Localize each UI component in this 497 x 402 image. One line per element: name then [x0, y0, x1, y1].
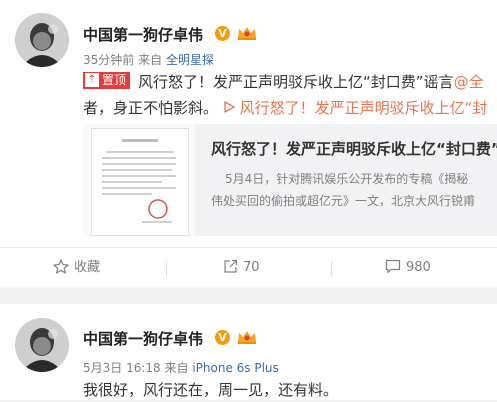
vip-crown-icon[interactable] [236, 329, 258, 345]
avatar-photo-icon [15, 318, 69, 372]
source-app[interactable]: 全明星探 [166, 53, 214, 67]
pin-icon: ⇡ [85, 72, 99, 87]
post-text-line-2: 者，身正不怕影斜。 风行怒了！发严正声明驳斥收上亿“封 [83, 96, 487, 120]
repost-icon [224, 259, 238, 273]
source-app[interactable]: iPhone 6s Plus [192, 361, 278, 375]
comment-count: 980 [406, 260, 431, 275]
article-summary: 5月4日，针对腾讯娱乐公开发布的专稿《揭秘 伟处买回的偷拍或超亿元》一文，北京大… [211, 168, 475, 212]
favorite-button[interactable]: 收藏 [53, 248, 100, 288]
favorite-label: 收藏 [74, 260, 101, 275]
post-text-line-1: ⇡ 置顶 风行怒了！发严正声明驳斥收上亿“封口费”谣言@全 [83, 70, 484, 94]
post-body-continued: 者，身正不怕影斜。 [83, 99, 219, 117]
star-icon [53, 259, 69, 274]
article-link[interactable]: 风行怒了！发严正声明驳斥收上亿“封 [223, 99, 488, 117]
avatar[interactable] [15, 318, 69, 372]
avatar-photo-icon [15, 13, 69, 67]
post-time[interactable]: 35分钟前 [83, 53, 134, 67]
post-actions-bar: 收藏 70 980 [0, 247, 497, 288]
pinned-label: 置顶 [102, 73, 127, 87]
article-link-text[interactable]: 风行怒了！发严正声明驳斥收上亿“封 [240, 99, 488, 117]
verified-icon: V [215, 330, 230, 345]
mention-link[interactable]: @全 [454, 73, 484, 91]
article-summary-line-1: 5月4日，针对腾讯娱乐公开发布的专稿《揭秘 [225, 172, 469, 186]
author-name[interactable]: 中国第一狗仔卓伟 [83, 24, 203, 45]
comment-button[interactable]: 980 [385, 248, 431, 288]
post-text-line-1: 我很好，风行还在，周一见，还有料。 [83, 381, 339, 399]
repost-count: 70 [243, 260, 260, 275]
weibo-post-1: 中国第一狗仔卓伟 V 35分钟前 来自 全明星探 ⇡ 置顶 风行怒了！发严正声明驳斥… [0, 0, 497, 287]
repost-button[interactable]: 70 [223, 248, 260, 288]
link-icon [224, 100, 236, 113]
article-thumbnail [83, 124, 195, 236]
avatar[interactable] [15, 13, 69, 67]
article-summary-line-2: 伟处买回的偷拍或超亿元》一文，北京大风行锐甫 [211, 194, 476, 208]
action-divider [166, 261, 167, 276]
article-title[interactable]: 风行怒了！发严正声明驳斥收上亿“封口费” [211, 138, 497, 159]
author-name[interactable]: 中国第一狗仔卓伟 [83, 328, 203, 349]
post-meta: 35分钟前 来自 全明星探 [83, 51, 214, 68]
post-body-start: 风行怒了！发严正声明驳斥收上亿“封口费”谣言 [138, 73, 454, 91]
source-prefix: 来自 [138, 53, 163, 67]
vip-crown-icon[interactable] [236, 25, 258, 41]
article-card[interactable]: 风行怒了！发严正声明驳斥收上亿“封口费” 5月4日，针对腾讯娱乐公开发布的专稿《… [83, 124, 497, 236]
comment-icon [385, 259, 401, 274]
document-page-icon [91, 128, 189, 236]
pinned-badge: ⇡ 置顶 [83, 72, 131, 89]
weibo-post-2: 中国第一狗仔卓伟 V 5月3日 16:18 来自 iPhone 6s Plus … [0, 304, 497, 400]
post-time[interactable]: 5月3日 16:18 [83, 361, 161, 375]
verified-icon: V [215, 26, 230, 41]
source-prefix: 来自 [164, 361, 189, 375]
post-meta: 5月3日 16:18 来自 iPhone 6s Plus [83, 359, 279, 376]
action-divider [331, 261, 332, 276]
